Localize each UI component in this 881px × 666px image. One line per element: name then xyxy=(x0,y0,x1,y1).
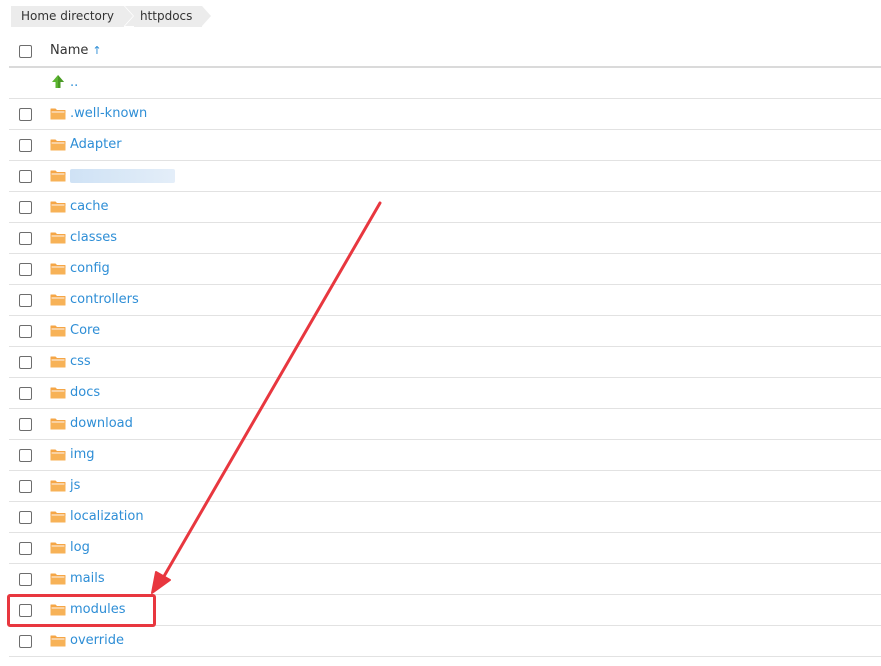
row-checkbox[interactable] xyxy=(19,263,32,276)
folder-icon xyxy=(50,325,66,337)
folder-row-controllers[interactable]: controllers xyxy=(9,285,881,316)
folder-name-link[interactable]: css xyxy=(70,354,91,369)
breadcrumb-item-httpdocs[interactable]: httpdocs xyxy=(124,6,212,27)
row-checkbox[interactable] xyxy=(19,418,32,431)
folder-name-link[interactable]: .well-known xyxy=(70,106,147,121)
sort-ascending-icon: ↑ xyxy=(92,44,102,57)
folder-icon xyxy=(50,170,66,182)
select-all-checkbox[interactable] xyxy=(19,45,32,58)
folder-name-link[interactable]: log xyxy=(70,540,90,555)
row-checkbox[interactable] xyxy=(19,325,32,338)
folder-icon xyxy=(50,232,66,244)
breadcrumb: Home directory httpdocs xyxy=(11,6,212,27)
folder-row-log[interactable]: log xyxy=(9,533,881,564)
folder-icon xyxy=(50,511,66,523)
folder-icon xyxy=(50,294,66,306)
folder-icon xyxy=(50,480,66,492)
folder-row-css[interactable]: css xyxy=(9,347,881,378)
row-checkbox[interactable] xyxy=(19,170,32,183)
row-checkbox[interactable] xyxy=(19,108,32,121)
folder-name-link[interactable]: override xyxy=(70,633,124,648)
folder-row-localization[interactable]: localization xyxy=(9,502,881,533)
folder-name-link[interactable]: docs xyxy=(70,385,100,400)
row-checkbox[interactable] xyxy=(19,294,32,307)
folder-icon xyxy=(50,108,66,120)
row-checkbox[interactable] xyxy=(19,542,32,555)
folder-name-link[interactable]: localization xyxy=(70,509,144,524)
row-checkbox[interactable] xyxy=(19,480,32,493)
folder-icon xyxy=(50,542,66,554)
folder-row-img[interactable]: img xyxy=(9,440,881,471)
folder-row-js[interactable]: js xyxy=(9,471,881,502)
folder-name-link[interactable]: controllers xyxy=(70,292,139,307)
folder-name-link[interactable]: img xyxy=(70,447,95,462)
folder-name-link[interactable]: download xyxy=(70,416,133,431)
folder-row-override[interactable]: override xyxy=(9,626,881,657)
folder-row-adapter[interactable]: Adapter xyxy=(9,130,881,161)
folder-row-cache[interactable]: cache xyxy=(9,192,881,223)
folder-icon xyxy=(50,635,66,647)
folder-name-link[interactable]: mails xyxy=(70,571,105,586)
row-checkbox[interactable] xyxy=(19,387,32,400)
parent-directory-link[interactable]: .. xyxy=(70,75,78,90)
folder-icon xyxy=(50,263,66,275)
up-arrow-icon xyxy=(52,75,64,88)
parent-directory-row[interactable]: .. xyxy=(9,68,881,99)
folder-row-mails[interactable]: mails xyxy=(9,564,881,595)
row-checkbox[interactable] xyxy=(19,635,32,648)
row-checkbox[interactable] xyxy=(19,232,32,245)
row-checkbox[interactable] xyxy=(19,573,32,586)
row-checkbox[interactable] xyxy=(19,511,32,524)
folder-row-config[interactable]: config xyxy=(9,254,881,285)
annotation-highlight-box xyxy=(7,594,156,627)
folder-row-download[interactable]: download xyxy=(9,409,881,440)
name-column-label: Name xyxy=(50,43,89,58)
folder-row-classes[interactable]: classes xyxy=(9,223,881,254)
folder-row-redacted[interactable] xyxy=(9,161,881,192)
folder-icon xyxy=(50,449,66,461)
redacted-folder-name[interactable] xyxy=(70,169,175,183)
folder-icon xyxy=(50,356,66,368)
folder-icon xyxy=(50,201,66,213)
row-checkbox[interactable] xyxy=(19,201,32,214)
folder-name-link[interactable]: Adapter xyxy=(70,137,122,152)
folder-icon xyxy=(50,387,66,399)
file-list-header: Name ↑ xyxy=(9,36,881,68)
folder-icon xyxy=(50,573,66,585)
folder-name-link[interactable]: config xyxy=(70,261,110,276)
file-list: .. .well-known Adapter cache classes config c… xyxy=(9,68,881,657)
folder-icon xyxy=(50,418,66,430)
folder-name-link[interactable]: classes xyxy=(70,230,117,245)
folder-name-link[interactable]: js xyxy=(70,478,80,493)
row-checkbox[interactable] xyxy=(19,139,32,152)
folder-name-link[interactable]: Core xyxy=(70,323,100,338)
breadcrumb-item-home[interactable]: Home directory xyxy=(11,6,133,27)
folder-name-link[interactable]: cache xyxy=(70,199,109,214)
folder-icon xyxy=(50,139,66,151)
folder-row-well-known[interactable]: .well-known xyxy=(9,99,881,130)
row-checkbox[interactable] xyxy=(19,449,32,462)
folder-row-docs[interactable]: docs xyxy=(9,378,881,409)
row-checkbox[interactable] xyxy=(19,356,32,369)
name-column-header[interactable]: Name ↑ xyxy=(50,43,102,58)
folder-row-core[interactable]: Core xyxy=(9,316,881,347)
